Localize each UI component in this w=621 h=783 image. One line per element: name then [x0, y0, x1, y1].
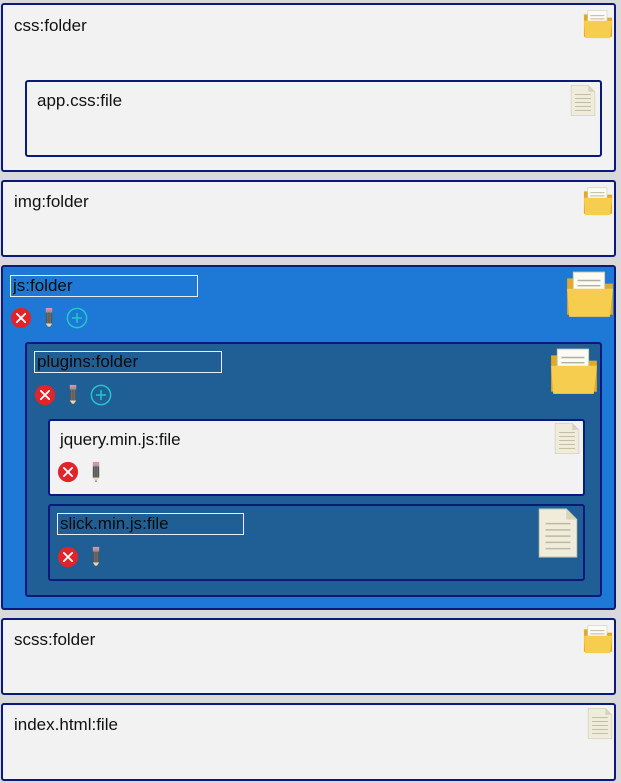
rename-input[interactable] — [57, 513, 244, 535]
add-icon[interactable] — [90, 384, 112, 406]
folder-icon — [582, 623, 614, 660]
delete-icon[interactable] — [10, 307, 32, 329]
file-icon — [586, 707, 614, 745]
pencil-icon[interactable] — [85, 546, 107, 568]
file-icon — [569, 84, 597, 122]
tree-node-slick-file[interactable] — [48, 504, 585, 581]
node-label: scss:folder — [14, 630, 96, 649]
rename-input[interactable] — [10, 275, 198, 297]
folder-icon — [564, 268, 616, 325]
node-label: app.css:file — [37, 91, 123, 110]
folder-icon — [548, 345, 600, 402]
tree-node-img-folder[interactable]: img:folder — [1, 180, 616, 257]
tree-node-index-html-file[interactable]: index.html:file — [1, 703, 616, 781]
add-icon[interactable] — [66, 307, 88, 329]
pencil-icon[interactable] — [62, 384, 84, 406]
file-icon — [553, 422, 581, 460]
delete-icon[interactable] — [57, 461, 79, 483]
node-label: css:folder — [14, 16, 87, 35]
delete-icon[interactable] — [57, 546, 79, 568]
node-label: jquery.min.js:file — [60, 430, 181, 449]
tree-node-jquery-file[interactable]: jquery.min.js:file — [48, 419, 585, 496]
node-label: img:folder — [14, 192, 89, 211]
rename-input[interactable] — [34, 351, 222, 373]
tree-node-app-css-file[interactable]: app.css:file — [25, 80, 602, 157]
folder-icon — [582, 185, 614, 222]
tree-node-scss-folder[interactable]: scss:folder — [1, 618, 616, 695]
tree-node-js-folder[interactable]: jquery.min.js:file — [1, 265, 616, 610]
tree-node-plugins-folder[interactable]: jquery.min.js:file — [25, 342, 602, 597]
node-label: index.html:file — [14, 715, 118, 734]
delete-icon[interactable] — [34, 384, 56, 406]
pencil-icon[interactable] — [85, 461, 107, 483]
folder-icon — [582, 8, 614, 45]
pencil-icon[interactable] — [38, 307, 60, 329]
tree-node-css-folder[interactable]: css:folder app.css:file — [1, 3, 616, 172]
file-icon — [537, 507, 579, 564]
